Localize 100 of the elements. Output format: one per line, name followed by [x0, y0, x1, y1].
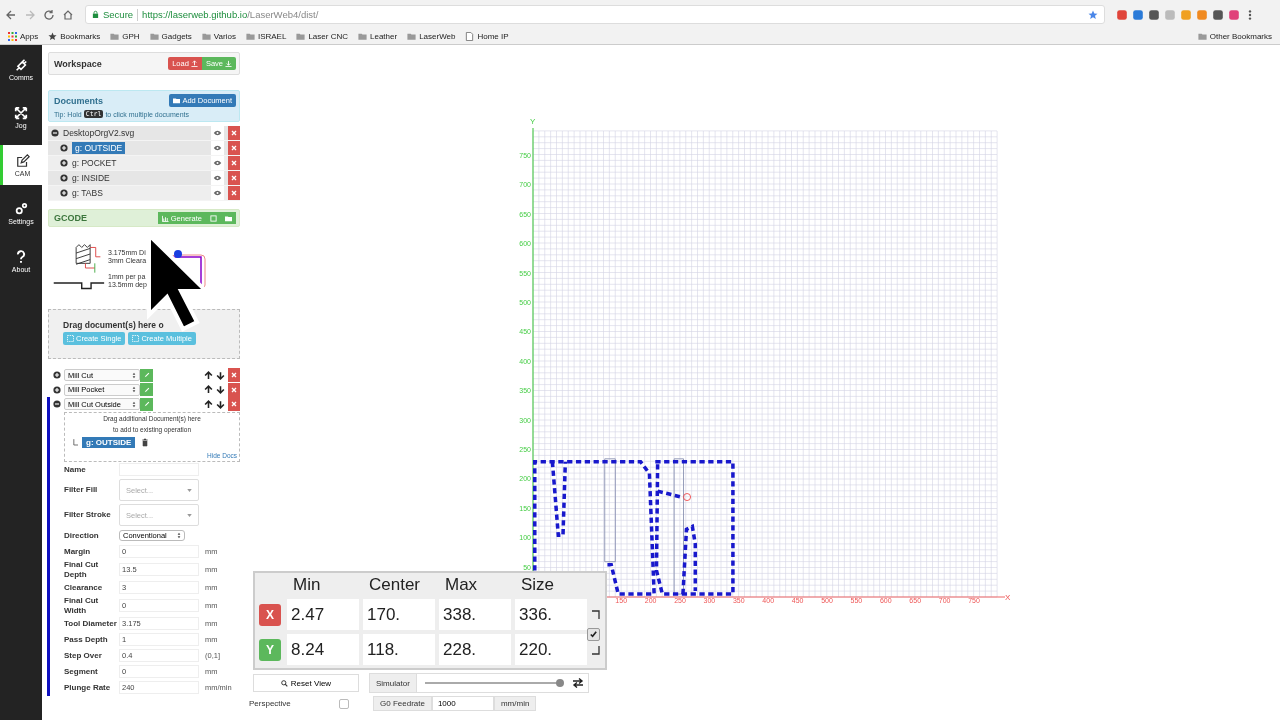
link-checkbox[interactable] [587, 628, 600, 641]
reset-view-button[interactable]: Reset View [253, 674, 359, 692]
address-bar[interactable]: Secure https://laserweb.github.io/LaserWeb4/dist/ [85, 5, 1105, 24]
extension-icon[interactable] [1228, 8, 1240, 21]
bookmark[interactable]: ISRAEL [245, 31, 287, 41]
axis-label: Y [530, 117, 536, 126]
move-up-icon[interactable] [204, 370, 213, 380]
move-down-icon[interactable] [216, 370, 225, 380]
document-chip: g: OUTSIDE [82, 436, 136, 448]
eye-icon[interactable] [211, 171, 224, 185]
folder-icon [245, 31, 255, 41]
bookmark[interactable]: GPH [110, 31, 140, 41]
remove-button[interactable] [228, 156, 240, 170]
eye-icon[interactable] [211, 141, 224, 155]
card-title: GCODE [54, 213, 87, 223]
floppy-icon [210, 214, 217, 222]
bookmark[interactable]: Gadgets [149, 31, 192, 41]
remove-button[interactable] [228, 186, 240, 200]
perspective-label: Perspective [249, 699, 292, 708]
upload-icon [190, 60, 198, 67]
bound-value-field[interactable]: 338. [439, 599, 511, 630]
remove-button[interactable] [228, 126, 240, 140]
bound-value-field[interactable]: 118. [363, 634, 435, 665]
expand-icon[interactable] [60, 174, 68, 182]
bookmark[interactable]: Apps [8, 31, 39, 41]
close-icon [231, 401, 237, 408]
sort-caret-icon [177, 532, 181, 539]
bookmark[interactable]: Leather [358, 31, 398, 41]
bound-value-field[interactable]: 228. [439, 634, 511, 665]
plug-icon [14, 57, 28, 72]
remove-button[interactable] [228, 171, 240, 185]
column-header: Max [444, 575, 479, 595]
bookmark[interactable]: Other Bookmarks [1197, 31, 1272, 41]
help-icon [14, 249, 28, 264]
expand-icon[interactable] [60, 189, 68, 197]
page-icon [465, 31, 475, 41]
extension-icon[interactable] [1132, 8, 1144, 21]
folder-icon [173, 97, 181, 104]
star-icon[interactable] [1088, 9, 1098, 20]
field-label: Margin [64, 546, 92, 557]
folder-icon [1197, 31, 1207, 41]
folder-icon [110, 31, 120, 41]
remove-button[interactable] [228, 382, 240, 397]
home-icon[interactable] [62, 8, 74, 21]
perspective-checkbox[interactable] [339, 698, 349, 709]
move-up-icon[interactable] [204, 385, 213, 395]
move-up-icon[interactable] [204, 399, 213, 409]
remove-button[interactable] [228, 397, 240, 412]
expand-icon[interactable] [60, 159, 68, 167]
document-item[interactable]: g: OUTSIDE [72, 142, 126, 154]
close-icon [231, 130, 237, 136]
bound-value-field[interactable]: 170. [363, 599, 435, 630]
bound-value-field[interactable]: 220. [515, 634, 587, 665]
expand-icon[interactable] [60, 144, 68, 152]
move-down-icon[interactable] [216, 399, 225, 409]
extension-icon[interactable] [1148, 8, 1160, 21]
field-label: Final Cut Width [64, 595, 100, 616]
collapse-icon[interactable] [51, 129, 59, 137]
gears-icon [14, 201, 28, 216]
checkmark-icon [589, 630, 598, 639]
reload-icon[interactable] [43, 8, 55, 21]
url-text: https://laserweb.github.io/LaserWeb4/dist/ [142, 9, 320, 20]
swap-icon[interactable] [572, 678, 584, 688]
axis-badge: X [259, 603, 281, 626]
move-down-icon[interactable] [216, 385, 225, 395]
column-header: Min [292, 575, 322, 595]
g0-feedrate-field[interactable]: 1000 [431, 696, 494, 711]
bookmark[interactable]: Bookmarks [48, 31, 101, 41]
field-label: Pass Depth [64, 634, 109, 645]
extension-icon[interactable] [1116, 8, 1128, 21]
expand-icon[interactable] [53, 371, 61, 380]
folder-icon [296, 31, 306, 41]
bookmark[interactable]: LaserWeb [407, 31, 456, 41]
bound-value-field[interactable]: 2.47 [287, 599, 359, 630]
bookmark[interactable]: Home IP [465, 31, 509, 41]
lock-icon [92, 10, 99, 19]
bookmark[interactable]: Laser CNC [296, 31, 348, 41]
slider-thumb[interactable] [556, 679, 564, 687]
pencil-icon [143, 401, 150, 408]
bound-value-field[interactable]: 336. [515, 599, 587, 630]
eye-icon[interactable] [211, 126, 224, 140]
extension-icon[interactable] [1212, 8, 1224, 21]
edit-icon [15, 153, 30, 168]
remove-button[interactable] [228, 141, 240, 155]
field-label: Name [64, 464, 87, 475]
caret-icon [187, 488, 192, 492]
field-label: Tool Diameter [64, 618, 118, 629]
bookmark[interactable]: Varios [201, 31, 236, 41]
expand-icon[interactable] [53, 385, 61, 394]
back-icon[interactable] [5, 8, 17, 21]
folder-icon [201, 31, 211, 41]
eye-icon[interactable] [211, 186, 224, 200]
bound-value-field[interactable]: 8.24 [287, 634, 359, 665]
remove-button[interactable] [228, 368, 240, 383]
eye-icon[interactable] [211, 156, 224, 170]
collapse-icon[interactable] [53, 400, 61, 409]
axis-badge: Y [259, 638, 281, 661]
secure-label: Secure [103, 9, 134, 20]
simulator-label: Simulator [370, 674, 417, 692]
input-field[interactable] [119, 463, 199, 476]
